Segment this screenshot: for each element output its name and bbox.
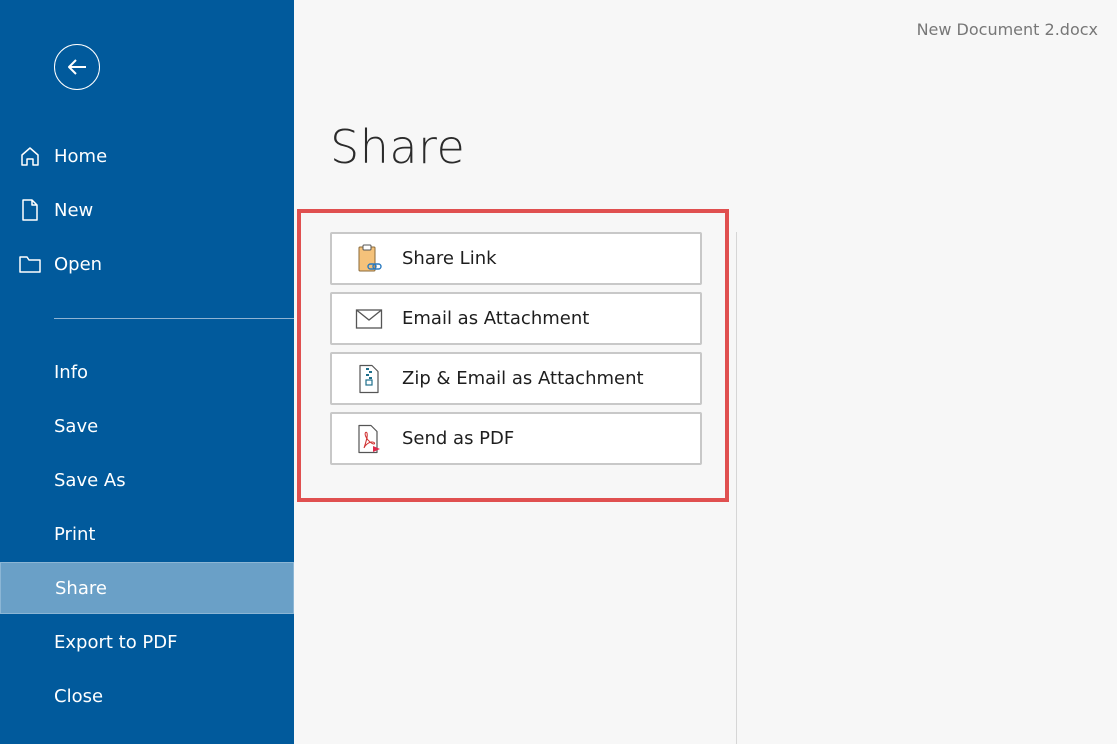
- email-as-attachment-button[interactable]: Email as Attachment: [330, 292, 702, 345]
- panel-divider: [736, 232, 737, 744]
- sidebar-item-label: Save As: [54, 469, 126, 491]
- sidebar-item-close[interactable]: Close: [0, 670, 294, 722]
- sidebar-item-open[interactable]: Open: [0, 238, 294, 290]
- send-as-pdf-button[interactable]: Send as PDF: [330, 412, 702, 465]
- share-option-label: Share Link: [402, 248, 497, 269]
- sidebar-item-label: New: [54, 199, 94, 221]
- share-option-label: Email as Attachment: [402, 308, 590, 329]
- sidebar-item-label: Export to PDF: [54, 631, 178, 653]
- sidebar-item-export-to-pdf[interactable]: Export to PDF: [0, 616, 294, 668]
- home-icon: [18, 144, 42, 168]
- sidebar-item-label: Home: [54, 145, 108, 167]
- sidebar-item-info[interactable]: Info: [0, 346, 294, 398]
- document-name: New Document 2.docx: [916, 20, 1098, 39]
- sidebar-item-home[interactable]: Home: [0, 130, 294, 182]
- sidebar-item-label: Print: [54, 523, 96, 545]
- clipboard-link-icon: [354, 243, 384, 275]
- share-link-button[interactable]: Share Link: [330, 232, 702, 285]
- envelope-icon: [354, 303, 384, 335]
- sidebar-item-label: Open: [54, 253, 103, 275]
- sidebar-item-share[interactable]: Share: [0, 562, 294, 614]
- sidebar-item-label: Info: [54, 361, 89, 383]
- page-title: Share: [330, 120, 466, 174]
- pdf-file-icon: [354, 423, 384, 455]
- sidebar-item-save-as[interactable]: Save As: [0, 454, 294, 506]
- sidebar-item-save[interactable]: Save: [0, 400, 294, 452]
- back-button[interactable]: [54, 44, 100, 90]
- sidebar-item-print[interactable]: Print: [0, 508, 294, 560]
- share-option-label: Send as PDF: [402, 428, 515, 449]
- folder-icon: [18, 252, 42, 276]
- new-document-icon: [18, 198, 42, 222]
- sidebar-item-label: Save: [54, 415, 99, 437]
- sidebar-divider: [54, 318, 294, 319]
- arrow-left-icon: [68, 59, 86, 75]
- zip-file-icon: [354, 363, 384, 395]
- zip-email-as-attachment-button[interactable]: Zip & Email as Attachment: [330, 352, 702, 405]
- sidebar-item-label: Close: [54, 685, 104, 707]
- backstage-view: Home New Open Info Save Save As Print Sh…: [0, 0, 1117, 744]
- sidebar-item-label: Share: [55, 577, 107, 599]
- sidebar-item-new[interactable]: New: [0, 184, 294, 236]
- sidebar: Home New Open Info Save Save As Print Sh…: [0, 0, 294, 744]
- share-option-label: Zip & Email as Attachment: [402, 368, 644, 389]
